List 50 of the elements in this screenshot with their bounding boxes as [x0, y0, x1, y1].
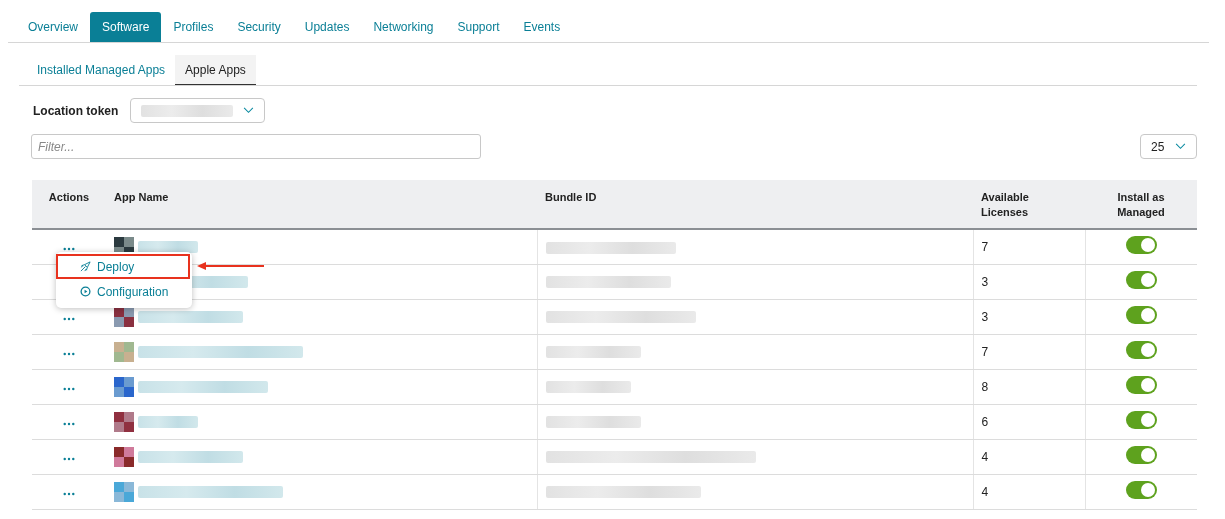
column-header: Available Licenses	[981, 191, 1029, 218]
managed-toggle[interactable]	[1125, 411, 1157, 429]
column-header: Bundle ID	[545, 191, 597, 203]
license-count: 4	[981, 449, 989, 464]
managed-toggle[interactable]	[1125, 236, 1157, 255]
menu-item[interactable]: Configuration	[56, 279, 190, 304]
app-icon	[114, 411, 134, 432]
managed-toggle[interactable]	[1125, 376, 1157, 394]
tab[interactable]: Profiles	[161, 12, 226, 42]
column-header: Install as Managed	[1117, 191, 1165, 218]
managed-toggle[interactable]	[1125, 341, 1157, 359]
chevron-icon	[243, 107, 255, 114]
filter-field[interactable]: Filter...	[31, 134, 481, 159]
license-count: 7	[981, 344, 989, 359]
tab[interactable]: Updates	[292, 12, 362, 42]
managed-toggle[interactable]	[1125, 271, 1157, 289]
tab[interactable]: Overview	[16, 12, 90, 42]
app-icon	[114, 306, 134, 327]
managed-toggle[interactable]	[1125, 481, 1157, 499]
managed-toggle[interactable]	[1125, 446, 1157, 464]
license-count: 3	[981, 274, 989, 289]
tab[interactable]: Software	[90, 12, 162, 42]
column-header: Actions	[48, 191, 90, 203]
sub-tab[interactable]: Installed Managed Apps	[27, 55, 176, 85]
app-icon	[114, 341, 134, 362]
annotation-arrow	[196, 261, 266, 271]
license-count: 3	[981, 309, 989, 324]
tab[interactable]: Events	[511, 12, 573, 42]
location-token-select[interactable]	[130, 98, 266, 123]
play-circle-icon	[80, 286, 91, 297]
column-header: App Name	[114, 191, 169, 203]
app-icon	[114, 481, 134, 502]
license-count: 4	[981, 484, 989, 499]
menu-item[interactable]: Deploy	[56, 254, 190, 279]
blurred-app-name	[138, 415, 198, 428]
app-icon	[114, 446, 134, 467]
tab[interactable]: Networking	[361, 12, 446, 42]
rocket-icon	[80, 261, 91, 272]
license-count: 7	[981, 239, 989, 254]
tab[interactable]: Security	[225, 12, 293, 42]
license-count: 8	[981, 379, 989, 394]
app-icon	[114, 376, 134, 397]
tab[interactable]: Support	[445, 12, 512, 42]
blurred-app-name	[138, 240, 198, 253]
managed-toggle[interactable]	[1125, 306, 1157, 324]
chevron-icon	[1175, 143, 1186, 150]
sub-tab[interactable]: Apple Apps	[175, 55, 256, 85]
page-size-select[interactable]: 25	[1140, 134, 1197, 159]
location-token-label: Location token	[33, 103, 119, 118]
license-count: 6	[981, 414, 989, 429]
